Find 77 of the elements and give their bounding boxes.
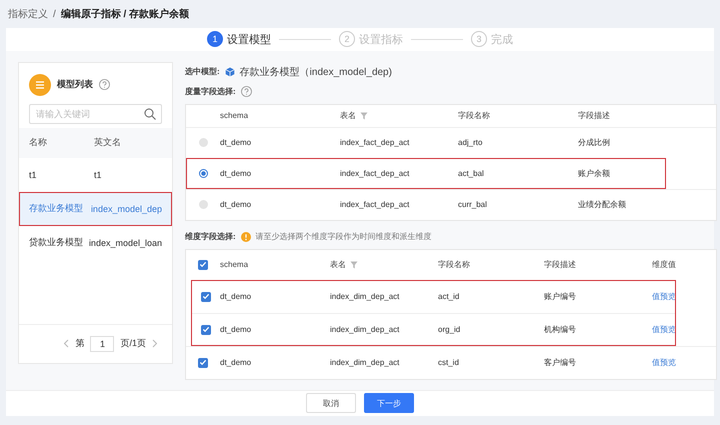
help-icon xyxy=(99,79,110,90)
cancel-button[interactable]: 取消 xyxy=(306,393,356,414)
column-header: schema xyxy=(220,111,248,120)
search-field[interactable]: 请输入关键词 xyxy=(29,104,162,124)
breadcrumb-item: 编辑原子指标 / 存款账户余额 xyxy=(60,7,190,21)
table-cell: index_dim_dep_act xyxy=(330,358,400,367)
column-header: 表名 xyxy=(340,110,356,121)
table-cell: org_id xyxy=(438,325,460,334)
step-label: 设置指标 xyxy=(359,32,403,47)
table-cell: dt_demo xyxy=(220,138,252,147)
warning-icon xyxy=(240,232,251,242)
table-cell: dt_demo xyxy=(220,325,252,334)
table-cell: index_fact_dep_act xyxy=(340,138,410,147)
column-header: 字段名称 xyxy=(438,259,470,270)
table-cell: 客户编号 xyxy=(544,357,576,368)
list-icon xyxy=(29,74,51,96)
table-cell: index_fact_dep_act xyxy=(340,169,410,178)
table-cell: index_dim_dep_act xyxy=(330,292,400,301)
help-icon xyxy=(240,86,252,97)
table-cell: index_dim_dep_act xyxy=(330,325,400,334)
step-number: 3 xyxy=(471,31,487,48)
step-number: 1 xyxy=(207,31,223,48)
filter-icon xyxy=(360,112,368,120)
checkbox[interactable] xyxy=(200,292,210,302)
table-cell: 业绩分配余额 xyxy=(578,199,626,210)
table-cell: 账户编号 xyxy=(544,291,576,302)
table-cell: dt_demo xyxy=(220,358,252,367)
page-input[interactable]: 1 xyxy=(90,336,114,352)
checkbox[interactable] xyxy=(200,324,210,334)
table-cell: act_id xyxy=(438,292,460,301)
panel-title: 模型列表 xyxy=(57,78,93,91)
checkbox[interactable] xyxy=(198,358,208,368)
table-cell: curr_bal xyxy=(458,200,487,209)
column-header: schema xyxy=(220,260,248,269)
preview-link[interactable]: 值预览 xyxy=(652,357,676,368)
hint-text: 请至少选择两个维度字段作为时间维度和派生维度 xyxy=(256,231,432,242)
table-cell: dt_demo xyxy=(220,200,252,209)
field-label: 选中模型: xyxy=(185,66,220,77)
column-header: 字段描述 xyxy=(578,110,610,121)
step-label: 完成 xyxy=(491,32,513,47)
chevron-left-icon xyxy=(63,339,70,348)
pager-label: 第 xyxy=(75,337,84,350)
table-cell: 分成比例 xyxy=(578,137,610,148)
column-header: 表名 xyxy=(330,259,346,270)
table-cell: adj_rto xyxy=(458,138,482,147)
table-cell: dt_demo xyxy=(220,292,252,301)
radio-button[interactable] xyxy=(198,169,208,178)
table-cell: 机构编号 xyxy=(544,324,576,335)
pager-label: 页/1页 xyxy=(120,337,146,350)
filter-icon xyxy=(350,260,358,268)
search-icon xyxy=(144,108,156,120)
next-button[interactable]: 下一步 xyxy=(364,393,414,414)
chevron-right-icon xyxy=(152,339,158,348)
column-header: 维度值 xyxy=(652,259,676,270)
table-cell: dt_demo xyxy=(220,169,252,178)
column-header: 名称 xyxy=(29,136,48,149)
cube-icon xyxy=(224,66,235,76)
table-cell: act_bal xyxy=(458,169,484,178)
selected-model-name: 存款业务模型（index_model_dep) xyxy=(240,66,392,78)
table-cell: index_fact_dep_act xyxy=(340,200,410,209)
breadcrumb-item[interactable]: 指标定义 xyxy=(8,7,48,21)
model-list-item[interactable]: 贷款业务模型 index_model_loan xyxy=(19,226,172,260)
column-header: 字段名称 xyxy=(458,110,490,121)
field-label: 维度字段选择: xyxy=(185,231,236,242)
model-list-item[interactable]: t1 t1 xyxy=(19,158,172,192)
table-cell: 账户余额 xyxy=(578,168,610,179)
table-cell: cst_id xyxy=(438,358,459,367)
step-number: 2 xyxy=(339,31,355,48)
field-label: 度量字段选择: xyxy=(185,86,236,97)
breadcrumb-separator: / xyxy=(53,8,56,20)
column-header: 英文名 xyxy=(94,136,121,149)
step-connector xyxy=(411,38,463,40)
column-header: 字段描述 xyxy=(544,259,576,270)
step-label: 设置模型 xyxy=(227,32,271,47)
step-connector xyxy=(279,38,331,40)
checkbox[interactable] xyxy=(198,260,208,270)
model-list-item[interactable]: 存款业务模型 index_model_dep xyxy=(19,192,172,226)
